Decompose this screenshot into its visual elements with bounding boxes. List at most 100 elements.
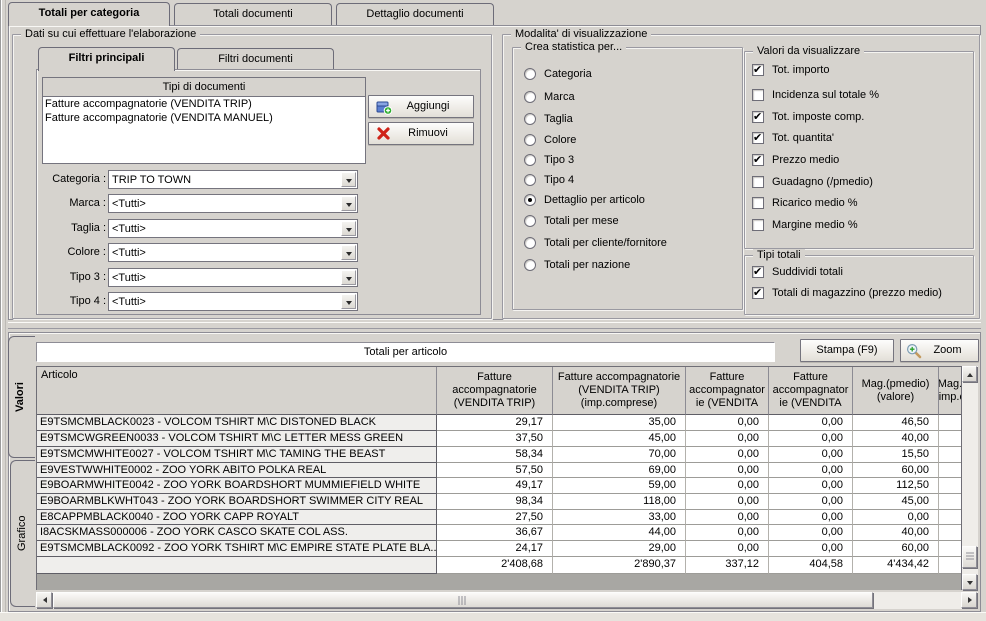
checkbox-tot-importo[interactable] [752, 63, 764, 76]
tab-totali-documenti[interactable]: Totali documenti [174, 3, 332, 25]
vertical-scroll-thumb[interactable] [962, 546, 977, 568]
checkbox-margine-medio-label[interactable]: Margine medio % [772, 219, 858, 232]
checkbox-ricarico-medio-label[interactable]: Ricarico medio % [772, 197, 858, 210]
radio-totali-per-cliente-fornitore-label[interactable]: Totali per cliente/fornitore [544, 237, 667, 250]
tab-valori[interactable]: Valori [8, 336, 35, 458]
checkbox-prezzo-medio[interactable] [752, 153, 764, 166]
cell-value: 15,50 [853, 447, 939, 463]
radio-dettaglio-per-articolo-label[interactable]: Dettaglio per articolo [544, 194, 645, 207]
taglia-select[interactable]: <Tutti> [108, 219, 358, 238]
cell-total: 2'890,37 [553, 557, 686, 574]
print-button[interactable]: Stampa (F9) [800, 339, 894, 362]
radio-categoria-label[interactable]: Categoria [544, 68, 592, 81]
checkbox-margine-medio[interactable] [752, 219, 764, 231]
categoria-select[interactable]: TRIP TO TOWN [108, 170, 358, 189]
totals-types-title: Tipi totali [753, 249, 805, 262]
radio-marca-label[interactable]: Marca [544, 91, 575, 104]
scroll-down-button[interactable] [962, 574, 977, 590]
table-row[interactable]: E9TSMCMWHITE0027 - VOLCOM TSHIRT M\C TAM… [37, 447, 961, 463]
table-row[interactable]: E9VESTWWHITE0002 - ZOO YORK ABITO POLKA … [37, 463, 961, 478]
checkbox-guadagno-label[interactable]: Guadagno (/pmedio) [772, 176, 873, 189]
checkbox-totali-magazzino-label[interactable]: Totali di magazzino (prezzo medio) [772, 287, 942, 300]
tab-grafico[interactable]: Grafico [10, 460, 35, 607]
tipo4-select[interactable]: <Tutti> [108, 292, 358, 311]
radio-totali-per-nazione[interactable] [524, 259, 536, 271]
horizontal-scroll-thumb[interactable] [53, 592, 873, 608]
marca-select[interactable]: <Tutti> [108, 194, 358, 213]
checkbox-incidenza[interactable] [752, 89, 764, 101]
checkbox-tot-quantita[interactable] [752, 131, 764, 144]
dropdown-button[interactable] [341, 172, 356, 187]
dropdown-button[interactable] [341, 196, 356, 211]
checkbox-suddividi-totali-label[interactable]: Suddividi totali [772, 266, 843, 279]
tab-dettaglio-documenti[interactable]: Dettaglio documenti [336, 3, 494, 25]
horizontal-splitter[interactable] [8, 322, 981, 329]
remove-x-icon [376, 126, 392, 142]
checkbox-incidenza-label[interactable]: Incidenza sul totale % [772, 89, 879, 102]
zoom-button[interactable]: Zoom [900, 339, 979, 362]
radio-totali-per-nazione-label[interactable]: Totali per nazione [544, 259, 630, 272]
table-row[interactable]: I8ACSKMASS000006 - ZOO YORK CASCO SKATE … [37, 525, 961, 541]
vertical-scrollbar[interactable] [962, 366, 978, 590]
radio-taglia[interactable] [524, 113, 536, 125]
checkbox-guadagno[interactable] [752, 176, 764, 188]
radio-tipo4-label[interactable]: Tipo 4 [544, 174, 574, 187]
table-totals-row: 2'408,68 2'890,37 337,12 404,58 4'434,42 [37, 557, 961, 574]
table-row[interactable]: E8CAPPMBLACK0040 - ZOO YORK CAPP ROYALT … [37, 510, 961, 525]
tab-filtri-principali[interactable]: Filtri principali [38, 47, 175, 71]
radio-totali-per-mese[interactable] [524, 215, 536, 227]
dropdown-button[interactable] [341, 270, 356, 285]
radio-tipo3[interactable] [524, 154, 536, 166]
window-bottom-edge [0, 612, 986, 621]
radio-colore[interactable] [524, 134, 536, 146]
list-item[interactable]: Fatture accompagnatorie (VENDITA TRIP) [45, 98, 363, 112]
checkbox-tot-quantita-label[interactable]: Tot. quantita' [772, 132, 834, 145]
table-row[interactable]: E9BOARMWHITE0042 - ZOO YORK BOARDSHORT M… [37, 478, 961, 494]
cell-value: 0,00 [686, 447, 769, 463]
horizontal-scrollbar[interactable] [36, 592, 978, 609]
tipo3-value: <Tutti> [112, 272, 146, 284]
list-item[interactable]: Fatture accompagnatorie (VENDITA MANUEL) [45, 112, 363, 126]
radio-dettaglio-per-articolo[interactable] [524, 194, 536, 206]
checkbox-totali-magazzino[interactable] [752, 286, 764, 299]
tipo3-select[interactable]: <Tutti> [108, 268, 358, 287]
cell-value: 35,00 [553, 415, 686, 431]
radio-marca[interactable] [524, 91, 536, 103]
checkbox-prezzo-medio-label[interactable]: Prezzo medio [772, 154, 839, 167]
checkbox-tot-imposte[interactable] [752, 110, 764, 123]
chevron-down-icon [346, 252, 352, 259]
scroll-right-button[interactable] [961, 592, 977, 608]
table-row[interactable]: E9BOARMBLKWHT043 - ZOO YORK BOARDSHORT S… [37, 494, 961, 510]
add-button[interactable]: Aggiungi [368, 95, 474, 118]
scroll-left-button[interactable] [36, 592, 52, 608]
remove-button[interactable]: Rimuovi [368, 122, 474, 145]
table-row[interactable]: E9TSMCMBLACK0023 - VOLCOM TSHIRT M\C DIS… [37, 415, 961, 431]
tipo4-label: Tipo 4 : [69, 295, 106, 307]
checkbox-ricarico-medio[interactable] [752, 197, 764, 209]
scroll-up-button[interactable] [962, 366, 977, 382]
cell-empty [939, 557, 961, 574]
cell-empty [939, 525, 961, 541]
radio-colore-label[interactable]: Colore [544, 134, 576, 147]
radio-tipo4[interactable] [524, 174, 536, 186]
doc-types-listbox[interactable]: Tipi di documenti Fatture accompagnatori… [42, 77, 366, 164]
table-row[interactable]: E9TSMCWGREEN0033 - VOLCOM TSHIRT M\C LET… [37, 431, 961, 447]
colore-select[interactable]: <Tutti> [108, 243, 358, 262]
dropdown-button[interactable] [341, 221, 356, 236]
table-row[interactable]: E9TSMCMBLACK0092 - ZOO YORK TSHIRT M\C E… [37, 541, 961, 557]
dropdown-button[interactable] [341, 294, 356, 309]
radio-tipo3-label[interactable]: Tipo 3 [544, 154, 574, 167]
cell-value: 98,34 [437, 494, 553, 510]
dropdown-button[interactable] [341, 245, 356, 260]
column-header: Fatture accompagnator ie (VENDITA [769, 367, 853, 415]
radio-categoria[interactable] [524, 68, 536, 80]
tab-filtri-documenti[interactable]: Filtri documenti [177, 48, 334, 70]
checkbox-tot-importo-label[interactable]: Tot. importo [772, 64, 829, 77]
tab-totali-per-categoria[interactable]: Totali per categoria [8, 2, 170, 26]
radio-taglia-label[interactable]: Taglia [544, 113, 573, 126]
column-header: Mag. (imp.c [939, 367, 961, 415]
checkbox-suddividi-totali[interactable] [752, 265, 764, 278]
radio-totali-per-cliente-fornitore[interactable] [524, 237, 536, 249]
checkbox-tot-imposte-label[interactable]: Tot. imposte comp. [772, 111, 864, 124]
radio-totali-per-mese-label[interactable]: Totali per mese [544, 215, 619, 228]
